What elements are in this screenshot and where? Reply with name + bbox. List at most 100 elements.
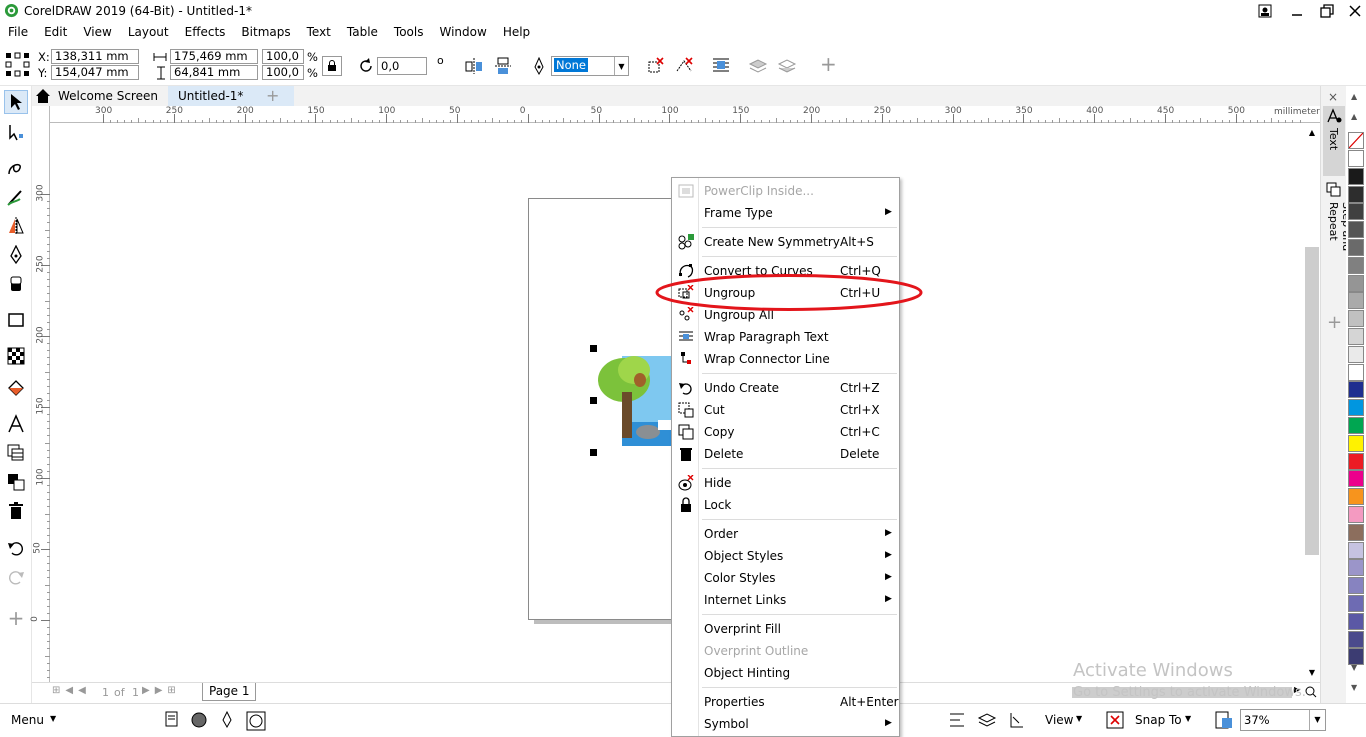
- no-color-swatch[interactable]: [1348, 132, 1364, 149]
- add-tab-button[interactable]: +: [263, 86, 285, 106]
- context-menu-item-undo-create[interactable]: Undo Create Ctrl+Z: [672, 377, 899, 399]
- context-menu-item-overprint-fill[interactable]: Overprint Fill: [672, 618, 899, 640]
- context-menu-item-frame-type[interactable]: Frame Type ▶: [672, 202, 899, 224]
- lc-symmetry-tool[interactable]: [4, 214, 28, 238]
- color-swatch[interactable]: [1348, 256, 1364, 274]
- width-field[interactable]: 175,469 mm: [170, 49, 258, 64]
- color-swatch[interactable]: [1348, 328, 1364, 345]
- add-icon[interactable]: +: [820, 53, 837, 75]
- scroll-up-icon[interactable]: ▲: [1305, 128, 1319, 137]
- chevron-down-icon[interactable]: ▼: [50, 714, 56, 723]
- color-swatch[interactable]: [1348, 488, 1364, 506]
- color-swatch[interactable]: [1348, 274, 1364, 292]
- context-menu-item-create-new-symmetry[interactable]: Create New Symmetry Alt+S: [672, 231, 899, 253]
- shape-tool[interactable]: [4, 120, 28, 144]
- status-snap-to[interactable]: Snap To: [1135, 713, 1182, 727]
- text-wrap-icon[interactable]: [711, 56, 731, 76]
- tab-step-and-repeat[interactable]: Step and Repeat: [1323, 182, 1353, 292]
- color-swatch[interactable]: [1348, 612, 1364, 630]
- transform-icon[interactable]: [1007, 711, 1027, 729]
- selected-image-group[interactable]: [596, 354, 672, 448]
- add-docker-icon[interactable]: +: [1327, 312, 1342, 333]
- color-swatch[interactable]: [1348, 167, 1364, 185]
- break-apart-icon[interactable]: [674, 56, 694, 76]
- color-proof-icon[interactable]: [246, 711, 266, 731]
- context-menu-item-wrap-paragraph-text[interactable]: Wrap Paragraph Text: [672, 326, 899, 348]
- rotation-field[interactable]: 0,0: [377, 57, 427, 75]
- menu-window[interactable]: Window: [431, 23, 494, 41]
- mirror-vertical-icon[interactable]: [494, 57, 512, 75]
- to-front-icon[interactable]: [748, 56, 768, 76]
- color-swatch[interactable]: [1348, 434, 1364, 452]
- color-swatch[interactable]: [1348, 363, 1364, 381]
- minimize-button[interactable]: [1280, 0, 1314, 22]
- snap-icon[interactable]: [1105, 710, 1125, 730]
- context-menu-item-copy[interactable]: Copy Ctrl+C: [672, 421, 899, 443]
- context-menu-item-order[interactable]: Order ▶: [672, 523, 899, 545]
- context-menu-item-delete[interactable]: Delete Delete: [672, 443, 899, 465]
- color-swatch[interactable]: [1348, 345, 1364, 363]
- document-info-icon[interactable]: [163, 711, 181, 729]
- menu-tools[interactable]: Tools: [386, 23, 432, 41]
- chevron-down-icon[interactable]: ▼: [1076, 714, 1082, 723]
- color-swatch[interactable]: [1348, 417, 1364, 434]
- context-menu-item-object-hinting[interactable]: Object Hinting: [672, 662, 899, 684]
- palette-scroll-down-icon[interactable]: ▼: [1351, 683, 1357, 692]
- rectangle-tool[interactable]: [4, 308, 28, 332]
- fill-tool[interactable]: [4, 376, 28, 400]
- outline-status-icon[interactable]: [220, 711, 234, 729]
- artistic-media-tool[interactable]: [4, 185, 28, 209]
- object-manager-icon[interactable]: [977, 711, 997, 729]
- color-swatch[interactable]: [1348, 470, 1364, 488]
- lock-ratio-button[interactable]: [322, 56, 342, 76]
- color-swatch[interactable]: [1348, 577, 1364, 595]
- context-menu-item-symbol[interactable]: Symbol ▶: [672, 713, 899, 735]
- context-menu-item-color-styles[interactable]: Color Styles ▶: [672, 567, 899, 589]
- outline-width-select[interactable]: None ▼: [551, 56, 629, 76]
- scroll-down-icon[interactable]: ▼: [1305, 668, 1319, 677]
- menu-bitmaps[interactable]: Bitmaps: [233, 23, 298, 41]
- color-swatch[interactable]: [1348, 452, 1364, 470]
- align-icon[interactable]: [948, 712, 966, 728]
- zoom-tool-icon[interactable]: [1214, 710, 1234, 730]
- close-button[interactable]: [1338, 0, 1366, 22]
- fill-status-icon[interactable]: [190, 711, 208, 729]
- scale-x-field[interactable]: 100,0: [262, 49, 304, 64]
- menu-effects[interactable]: Effects: [177, 23, 234, 41]
- menu-layout[interactable]: Layout: [120, 23, 177, 41]
- color-swatch[interactable]: [1348, 523, 1364, 541]
- pen-tool[interactable]: [4, 243, 28, 267]
- menu-file[interactable]: File: [0, 23, 36, 41]
- palette-scroll-up-icon[interactable]: ▲: [1351, 92, 1357, 101]
- mirror-horizontal-icon[interactable]: [465, 57, 483, 75]
- vertical-scrollbar[interactable]: ▲ ▼: [1304, 124, 1320, 682]
- color-swatch[interactable]: [1348, 239, 1364, 256]
- page-nav-next-buttons[interactable]: ▶▶⊞: [142, 685, 181, 696]
- chevron-down-icon[interactable]: ▼: [1185, 714, 1191, 723]
- curve-tool[interactable]: [4, 156, 28, 180]
- page-nav-buttons[interactable]: ⊞◀◀: [52, 685, 91, 696]
- color-swatch[interactable]: [1348, 292, 1364, 310]
- color-swatch[interactable]: [1348, 506, 1364, 523]
- height-field[interactable]: 64,841 mm: [170, 65, 258, 80]
- menu-text[interactable]: Text: [299, 23, 339, 41]
- palette-scroll-up-icon[interactable]: ▲: [1351, 112, 1357, 121]
- reference-point-icon[interactable]: [5, 52, 31, 78]
- help-window-button[interactable]: [1248, 0, 1282, 22]
- pattern-tool[interactable]: [4, 344, 28, 368]
- x-position-field[interactable]: 138,311 mm: [51, 49, 139, 64]
- delete-tool[interactable]: [4, 499, 28, 523]
- status-menu[interactable]: Menu: [11, 713, 44, 727]
- chevron-down-icon[interactable]: ▼: [614, 57, 628, 75]
- eraser-tool[interactable]: [4, 272, 28, 296]
- menu-view[interactable]: View: [75, 23, 119, 41]
- to-back-icon[interactable]: [777, 56, 797, 76]
- vertical-scroll-thumb[interactable]: [1305, 247, 1319, 555]
- context-menu-item-internet-links[interactable]: Internet Links ▶: [672, 589, 899, 611]
- undo-tool[interactable]: [4, 536, 28, 560]
- close-docker-icon[interactable]: ×: [1328, 90, 1338, 104]
- color-swatch[interactable]: [1348, 203, 1364, 221]
- color-swatch[interactable]: [1348, 630, 1364, 648]
- add-tool[interactable]: +: [4, 606, 28, 630]
- palette-scroll-down-icon[interactable]: ▼: [1351, 663, 1357, 672]
